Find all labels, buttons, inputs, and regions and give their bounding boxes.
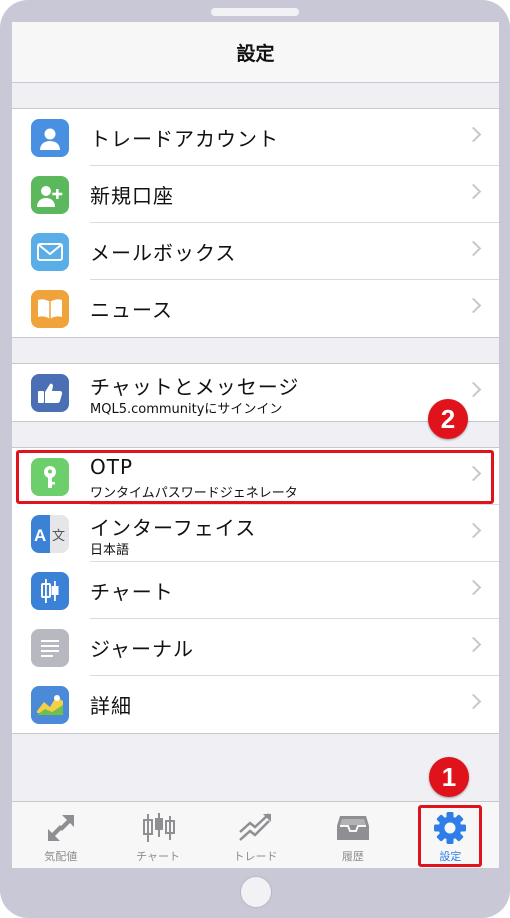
row-subtitle: MQL5.communityにサインイン — [90, 402, 283, 417]
row-journal[interactable]: ジャーナル — [12, 619, 499, 676]
settings-group-community: チャットとメッセージ MQL5.communityにサインイン — [12, 363, 499, 422]
row-mailbox[interactable]: メールボックス — [12, 223, 499, 280]
thumb-icon — [31, 374, 69, 412]
speaker — [211, 8, 299, 16]
screen: 設定 トレードアカウント 新規口座 メールボックス ニュース チャットとメッセー… — [12, 22, 499, 868]
nav-bar: 設定 — [12, 22, 499, 83]
row-label: 詳細 — [90, 694, 132, 718]
row-label: 新規口座 — [90, 184, 174, 208]
device-frame: 設定 トレードアカウント 新規口座 メールボックス ニュース チャットとメッセー… — [0, 0, 510, 918]
tab-chart[interactable]: チャート — [109, 802, 206, 868]
settings-group-accounts: トレードアカウント 新規口座 メールボックス ニュース — [12, 108, 499, 338]
tab-label: 気配値 — [44, 850, 78, 863]
row-label: チャットとメッセージ — [90, 375, 300, 399]
about-icon — [31, 686, 69, 724]
svg-text:文: 文 — [52, 529, 65, 544]
history-icon — [336, 812, 370, 844]
tab-label: 履歴 — [341, 850, 364, 863]
page-title: 設定 — [236, 42, 275, 65]
quotes-icon — [44, 812, 78, 844]
row-about[interactable]: 詳細 — [12, 676, 499, 733]
tab-label: トレード — [233, 850, 278, 863]
chevron-right-icon — [465, 240, 482, 257]
row-interface[interactable]: A文 インターフェイス 日本語 — [12, 505, 499, 562]
row-chat-messages[interactable]: チャットとメッセージ MQL5.communityにサインイン — [12, 364, 499, 421]
row-news[interactable]: ニュース — [12, 280, 499, 337]
row-trade-account[interactable]: トレードアカウント — [12, 109, 499, 166]
row-label: ニュース — [90, 298, 173, 322]
chevron-right-icon — [465, 522, 482, 539]
tab-history[interactable]: 履歴 — [304, 802, 401, 868]
chevron-right-icon — [465, 579, 482, 596]
settings-tab-highlight-frame — [418, 805, 482, 867]
chevron-right-icon — [465, 183, 482, 200]
home-button[interactable] — [240, 876, 272, 908]
chevron-right-icon — [465, 636, 482, 653]
trade-icon — [238, 812, 274, 844]
row-subtitle: 日本語 — [90, 543, 130, 558]
tab-label: チャート — [136, 850, 181, 863]
tab-trade[interactable]: トレード — [207, 802, 304, 868]
journal-icon — [31, 629, 69, 667]
add-user-icon — [31, 176, 69, 214]
chevron-right-icon — [465, 381, 482, 398]
row-label: インターフェイス — [90, 516, 257, 540]
candlestick-icon — [31, 572, 69, 610]
svg-text:A: A — [34, 526, 46, 545]
row-label: トレードアカウント — [90, 127, 279, 151]
row-label: チャート — [90, 580, 174, 604]
step-badge-2: 2 — [428, 399, 468, 439]
chevron-right-icon — [465, 693, 482, 710]
tab-quotes[interactable]: 気配値 — [12, 802, 109, 868]
account-icon — [31, 119, 69, 157]
book-icon — [31, 290, 69, 328]
step-badge-1: 1 — [429, 757, 469, 797]
row-label: ジャーナル — [90, 637, 194, 661]
row-chart[interactable]: チャート — [12, 562, 499, 619]
row-new-account[interactable]: 新規口座 — [12, 166, 499, 223]
mail-icon — [31, 233, 69, 271]
translate-icon: A文 — [31, 515, 69, 553]
chevron-right-icon — [465, 126, 482, 143]
row-label: メールボックス — [90, 241, 237, 265]
chart-icon — [141, 812, 176, 844]
otp-highlight-frame — [16, 450, 494, 504]
chevron-right-icon — [465, 297, 482, 314]
